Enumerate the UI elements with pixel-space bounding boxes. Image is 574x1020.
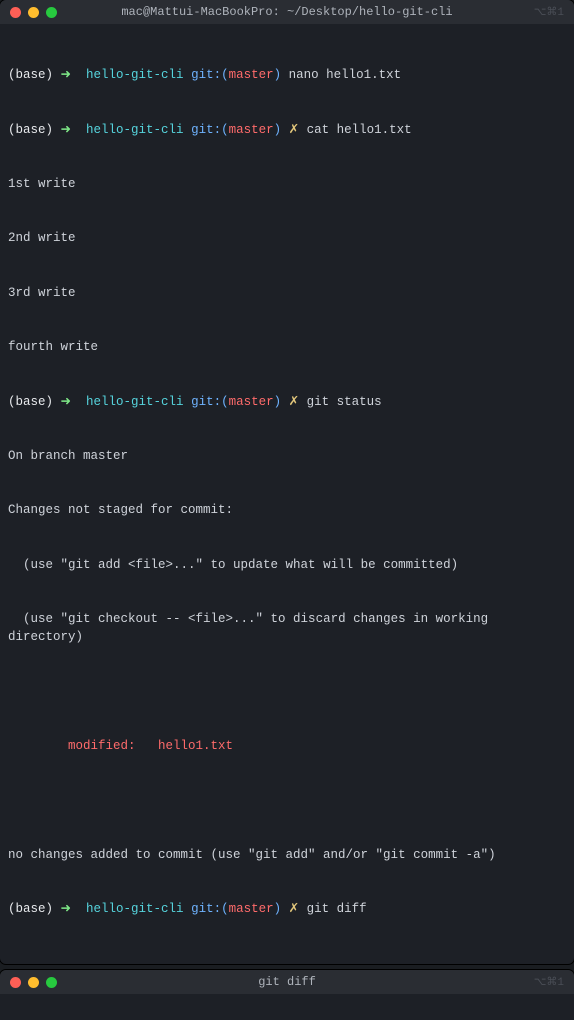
prompt-git-close: ) xyxy=(274,68,282,82)
status-modified: modified: hello1.txt xyxy=(8,737,566,755)
output-line: fourth write xyxy=(8,338,566,356)
terminal-body-1[interactable]: (base) ➜ hello-git-cli git:(master) nano… xyxy=(0,24,574,964)
prompt-line-4: (base) ➜ hello-git-cli git:(master) ✗ gi… xyxy=(8,900,566,918)
status-blank xyxy=(8,791,566,809)
terminal-body-2[interactable]: diff --git a/hello1.txt b/hello1.txt ind… xyxy=(0,994,574,1020)
prompt-branch: master xyxy=(229,68,274,82)
prompt-line-2: (base) ➜ hello-git-cli git:(master) ✗ ca… xyxy=(8,121,566,139)
prompt-git-label: git:( xyxy=(191,68,229,82)
prompt-git-label: git:( xyxy=(191,123,229,137)
terminal-window-1: mac@Mattui-MacBookPro: ~/Desktop/hello-g… xyxy=(0,0,574,964)
dirty-icon: ✗ xyxy=(289,123,299,137)
command-4: git diff xyxy=(307,902,367,916)
status-line: no changes added to commit (use "git add… xyxy=(8,846,566,864)
command-3: git status xyxy=(307,395,382,409)
prompt-base: (base) xyxy=(8,123,53,137)
titlebar-1[interactable]: mac@Mattui-MacBookPro: ~/Desktop/hello-g… xyxy=(0,0,574,24)
prompt-branch: master xyxy=(229,395,274,409)
window-title-2: git diff xyxy=(0,975,574,989)
prompt-arrow-icon: ➜ xyxy=(61,123,71,137)
titlebar-2[interactable]: git diff ⌥⌘1 xyxy=(0,970,574,994)
prompt-line-3: (base) ➜ hello-git-cli git:(master) ✗ gi… xyxy=(8,393,566,411)
close-icon[interactable] xyxy=(10,977,21,988)
traffic-lights xyxy=(10,7,57,18)
dirty-icon: ✗ xyxy=(289,395,299,409)
window-shortcut-2: ⌥⌘1 xyxy=(534,975,564,989)
zoom-icon[interactable] xyxy=(46,7,57,18)
command-1: nano hello1.txt xyxy=(289,68,402,82)
window-title-1: mac@Mattui-MacBookPro: ~/Desktop/hello-g… xyxy=(0,5,574,19)
prompt-dir: hello-git-cli xyxy=(86,123,184,137)
prompt-line-1: (base) ➜ hello-git-cli git:(master) nano… xyxy=(8,66,566,84)
prompt-arrow-icon: ➜ xyxy=(61,902,71,916)
prompt-base: (base) xyxy=(8,902,53,916)
prompt-base: (base) xyxy=(8,395,53,409)
prompt-dir: hello-git-cli xyxy=(86,395,184,409)
prompt-git-close: ) xyxy=(274,123,282,137)
status-hint: (use "git checkout -- <file>..." to disc… xyxy=(8,610,566,646)
status-line: On branch master xyxy=(8,447,566,465)
prompt-dir: hello-git-cli xyxy=(86,68,184,82)
prompt-arrow-icon: ➜ xyxy=(61,395,71,409)
dirty-icon: ✗ xyxy=(289,902,299,916)
prompt-arrow-icon: ➜ xyxy=(61,68,71,82)
zoom-icon[interactable] xyxy=(46,977,57,988)
prompt-git-close: ) xyxy=(274,395,282,409)
status-line: Changes not staged for commit: xyxy=(8,501,566,519)
minimize-icon[interactable] xyxy=(28,977,39,988)
output-line: 2nd write xyxy=(8,229,566,247)
prompt-base: (base) xyxy=(8,68,53,82)
prompt-branch: master xyxy=(229,123,274,137)
prompt-git-label: git:( xyxy=(191,395,229,409)
prompt-branch: master xyxy=(229,902,274,916)
output-line: 1st write xyxy=(8,175,566,193)
prompt-git-label: git:( xyxy=(191,902,229,916)
prompt-dir: hello-git-cli xyxy=(86,902,184,916)
output-line: 3rd write xyxy=(8,284,566,302)
terminal-window-2: git diff ⌥⌘1 diff --git a/hello1.txt b/h… xyxy=(0,970,574,1020)
status-blank xyxy=(8,683,566,701)
window-shortcut-1: ⌥⌘1 xyxy=(534,5,564,19)
status-hint: (use "git add <file>..." to update what … xyxy=(8,556,566,574)
command-2: cat hello1.txt xyxy=(307,123,412,137)
close-icon[interactable] xyxy=(10,7,21,18)
minimize-icon[interactable] xyxy=(28,7,39,18)
prompt-git-close: ) xyxy=(274,902,282,916)
traffic-lights xyxy=(10,977,57,988)
